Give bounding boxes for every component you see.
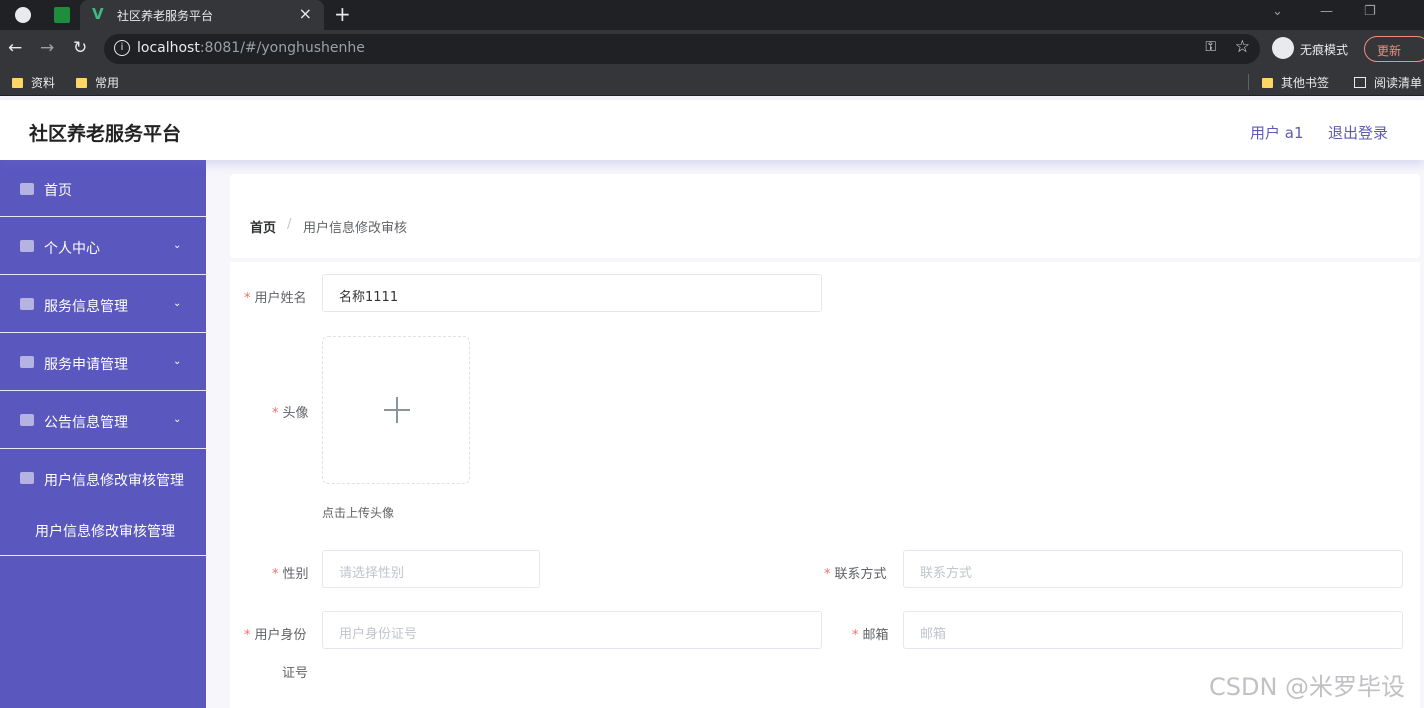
restore-icon[interactable]: ❐	[1364, 4, 1376, 19]
bookmark-folder[interactable]: 资料	[12, 74, 55, 91]
sheets-icon[interactable]	[54, 7, 70, 23]
contact-input[interactable]: 联系方式	[903, 550, 1403, 588]
bookmarks-bar: 资料 常用 其他书签 阅读清单	[0, 68, 1424, 96]
tab-title: 社区养老服务平台	[117, 9, 214, 23]
gender-label: * 性别	[272, 567, 309, 582]
sidebar-item-user-review[interactable]: 用户信息修改审核管理	[0, 450, 206, 507]
sidebar-item-service-apply[interactable]: 服务申请管理 ⌄	[0, 334, 206, 391]
url-input[interactable]: i localhost:8081/#/yonghushenhe ⚿ ☆	[104, 34, 1260, 64]
other-bookmarks[interactable]: 其他书签	[1262, 74, 1329, 91]
gender-select[interactable]: 请选择性别	[322, 550, 540, 588]
reload-icon[interactable]: ↻	[73, 38, 87, 58]
idcard-label-line2: 证号	[282, 666, 309, 681]
list-icon	[20, 298, 34, 310]
user-label: 用户 a1	[1250, 124, 1304, 142]
bookmark-folder[interactable]: 常用	[76, 74, 119, 91]
username-input[interactable]: 名称1111	[322, 274, 822, 312]
sidebar: 首页 个人中心 ⌄ 服务信息管理 ⌄ 服务申请管理 ⌄ 公告信息管理 ⌄ 用户信…	[0, 160, 206, 708]
clipboard-icon	[20, 356, 34, 368]
forward-icon[interactable]: →	[40, 38, 54, 58]
vue-logo-icon: V	[92, 5, 104, 23]
breadcrumb-separator: /	[287, 217, 292, 232]
url-text: localhost:8081/#/yonghushenhe	[137, 40, 365, 56]
sidebar-item-announcements[interactable]: 公告信息管理 ⌄	[0, 392, 206, 449]
sidebar-item-personal-center[interactable]: 个人中心 ⌄	[0, 218, 206, 275]
incognito-label: 无痕模式	[1300, 43, 1349, 57]
browser-tab-bar: V 社区养老服务平台 × + ⌄ — ❐	[0, 0, 1424, 30]
username-label: * 用户姓名	[244, 291, 307, 306]
avatar-hint: 点击上传头像	[322, 506, 395, 520]
avatar-upload[interactable]	[322, 336, 470, 484]
avatar-label: * 头像	[272, 406, 309, 421]
home-icon	[20, 183, 34, 195]
plus-icon	[384, 397, 410, 423]
sidebar-item-service-info[interactable]: 服务信息管理 ⌄	[0, 276, 206, 333]
new-tab-icon[interactable]: +	[334, 2, 351, 26]
bookmark-separator	[1248, 74, 1249, 90]
folder-icon	[1262, 78, 1273, 88]
contact-label: * 联系方式	[824, 567, 887, 582]
chevron-down-icon: ⌄	[173, 298, 182, 309]
edit-form: * 用户姓名 名称1111 * 头像 点击上传头像 * 性别 请选择性别 * 联系方式 …	[230, 262, 1420, 708]
email-label: * 邮箱	[852, 628, 889, 643]
idcard-input[interactable]: 用户身份证号	[322, 611, 822, 649]
back-icon[interactable]: ←	[8, 38, 22, 58]
app-title: 社区养老服务平台	[29, 123, 182, 145]
sidebar-item-home[interactable]: 首页	[0, 160, 206, 217]
browser-address-bar: ← → ↻ i localhost:8081/#/yonghushenhe ⚿ …	[0, 30, 1424, 68]
browser-tab[interactable]: V 社区养老服务平台 ×	[80, 0, 324, 30]
watermark: CSDN @米罗毕设	[1209, 673, 1406, 701]
info-icon[interactable]: i	[114, 40, 130, 56]
logout-link[interactable]: 退出登录	[1328, 122, 1388, 143]
breadcrumb-current: 用户信息修改审核	[303, 221, 408, 236]
minimize-icon[interactable]: —	[1320, 4, 1333, 19]
email-input[interactable]: 邮箱	[903, 611, 1403, 649]
folder-icon	[12, 78, 23, 88]
reading-list-icon	[1354, 77, 1366, 88]
update-button[interactable]: 更新	[1364, 36, 1424, 62]
main-content: 首页 / 用户信息修改审核 * 用户姓名 名称1111 * 头像 点击上传头像 * 性…	[206, 160, 1424, 708]
idcard-label: * 用户身份	[244, 628, 307, 643]
tab-search-icon[interactable]: ⌄	[1272, 4, 1283, 19]
menu-icon	[20, 414, 34, 426]
incognito-icon[interactable]	[1272, 37, 1294, 59]
chevron-down-icon: ⌄	[173, 414, 182, 425]
app-header: 社区养老服务平台 用户 a1 退出登录	[0, 100, 1424, 160]
key-icon[interactable]: ⚿	[1205, 39, 1216, 55]
globe-icon[interactable]	[15, 7, 31, 23]
folder-icon	[76, 78, 87, 88]
sidebar-subitem-user-review[interactable]: 用户信息修改审核管理	[0, 506, 206, 556]
user-icon	[20, 472, 34, 484]
breadcrumb: 首页 / 用户信息修改审核	[230, 174, 1420, 258]
breadcrumb-home[interactable]: 首页	[250, 217, 276, 236]
reading-list[interactable]: 阅读清单	[1354, 74, 1422, 91]
close-icon[interactable]: ×	[299, 4, 312, 23]
user-icon	[20, 240, 34, 252]
chevron-down-icon: ⌄	[173, 356, 182, 367]
star-icon[interactable]: ☆	[1235, 37, 1250, 57]
chevron-down-icon: ⌄	[173, 240, 182, 251]
